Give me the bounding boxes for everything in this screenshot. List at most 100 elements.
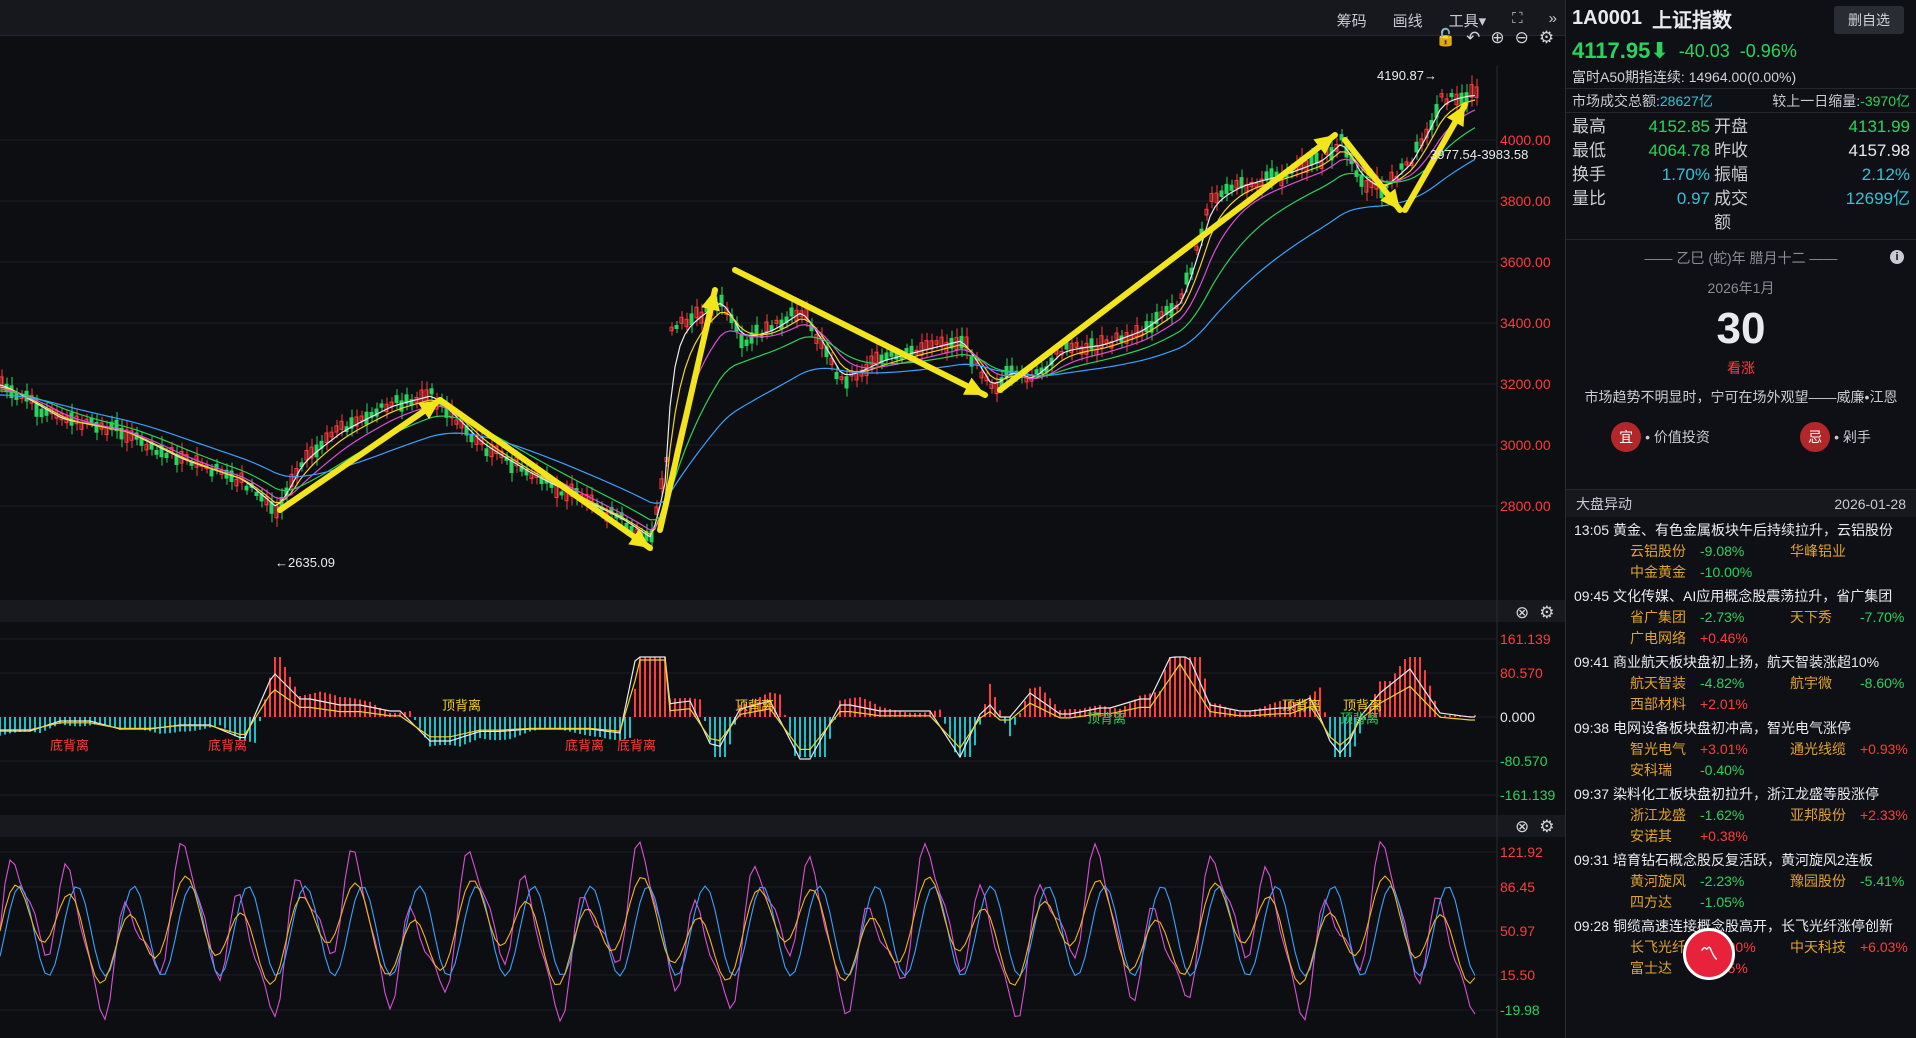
stock-link[interactable] [1790,760,1860,781]
candle-body [1219,190,1224,197]
news-item[interactable]: 09:45 文化传媒、AI应用概念股震荡拉升，省广集团 省广集团 -2.73% 天下秀 -… [1566,583,1916,649]
bottom-divergence-label: 底背离 [208,738,247,753]
stock-change: -10.00% [1700,564,1753,580]
settings-icon[interactable]: ⚙ [1539,817,1554,837]
candle-body [1224,183,1229,195]
kdj-axis-label: 50.97 [1500,923,1535,939]
news-item[interactable]: 09:28铜缆高速连接概念股高开，长飞光纤涨停创新长飞光纤+10.00%中天科技… [1566,913,1916,979]
news-title: 09:41 商业航天板块盘初上扬，航天智装涨超10% [1574,652,1916,673]
news-headline: 培育钻石概念股反复活跃，黄河旋风2连板 [1613,852,1873,868]
stock-link[interactable] [1790,694,1860,715]
stock-change: -0.40% [1700,762,1745,778]
candle-body [834,371,839,380]
stock-link[interactable]: 广电网络 [1630,628,1700,649]
stock-change: +2.01% [1700,696,1748,712]
candle-body [1034,369,1039,375]
candle-body [674,325,679,330]
chart-background [0,36,1565,1038]
bottom-divergence-label: 底背离 [565,738,604,753]
floating-action-button[interactable]: 〽 [1683,928,1735,980]
news-item[interactable]: 09:31 培育钻石概念股反复活跃，黄河旋风2连板 黄河旋风 -2.23% 豫园股份 -5… [1566,847,1916,913]
news-title: 09:45 文化传媒、AI应用概念股震荡拉升，省广集团 [1574,586,1916,607]
yi-badge: 宜 [1611,422,1642,452]
zoom-in-icon[interactable]: ⊕ [1490,28,1504,48]
news-title: 09:38 电网设备板块盘初冲高，智光电气涨停 [1574,718,1916,739]
stock-link[interactable]: 西部材料 [1630,694,1700,715]
stock-link[interactable]: 省广集团 [1630,607,1700,628]
stock-link[interactable] [1790,892,1860,913]
news-item[interactable]: 13:05 黄金、有色金属板块午后持续拉升，云铝股份 云铝股份 -9.08% 华峰铝业中… [1566,517,1916,583]
stock-link[interactable]: 中天科技 [1790,937,1860,958]
stock-change: -5.41% [1860,873,1905,889]
settings-icon[interactable]: ⚙ [1539,603,1554,623]
news-stocks: 云铝股份 -9.08% 华峰铝业中金黄金 -10.00% [1574,541,1916,583]
open-value: 4131.99 [1848,117,1910,136]
stock-link[interactable]: 通光线缆 [1790,739,1860,760]
info-icon[interactable]: i [1890,250,1904,264]
candle-body [749,332,754,344]
stock-link[interactable]: 安诺其 [1630,826,1700,847]
lock-icon[interactable]: 🔓 [1435,28,1456,48]
stock-link[interactable] [1790,628,1860,649]
news-title: 09:31 培育钻石概念股反复活跃，黄河旋风2连板 [1574,850,1916,871]
stock-link[interactable]: 安科瑞 [1630,760,1700,781]
close-icon[interactable]: ⊗ [1515,603,1529,623]
yi-item: 宜 • 价值投资 [1611,422,1710,452]
stock-change: -2.73% [1700,609,1745,625]
kdj-panel-icons: ⊗ ⚙ [1515,817,1555,837]
draw-line-button[interactable]: 画线 [1393,10,1423,31]
news-item[interactable]: 09:41 商业航天板块盘初上扬，航天智装涨超10% 航天智装 -4.82% 航宇微 -8… [1566,649,1916,715]
stock-link[interactable]: 天下秀 [1790,607,1860,628]
stock-link[interactable]: 华峰铝业 [1790,541,1860,562]
stock-link[interactable]: 智光电气 [1630,739,1700,760]
candle-body [1399,163,1404,170]
news-time: 09:31 [1574,852,1610,868]
kdj-panel-header [0,815,1565,837]
settings-icon[interactable]: ⚙ [1539,28,1554,48]
candle-body [34,403,39,417]
macd-axis-label: -80.570 [1500,753,1548,769]
stock-link[interactable]: 亚邦股份 [1790,805,1860,826]
price-axis-label: 3200.00 [1500,376,1551,392]
candle-body [1449,92,1454,98]
stock-link[interactable] [1790,562,1860,583]
candle-body [689,313,694,326]
stock-link[interactable]: 航天智装 [1630,673,1700,694]
candle-body [1089,338,1094,350]
down-arrow-icon: ⬇ [1650,38,1669,63]
news-item[interactable]: 09:37 染料化工板块盘初拉升，浙江龙盛等股涨停 浙江龙盛 -1.62% 亚邦股份 +2… [1566,781,1916,847]
divergence-label: 顶背离 [1340,711,1379,726]
zoom-out-icon[interactable]: ⊖ [1515,28,1529,48]
news-stocks: 航天智装 -4.82% 航宇微 -8.60% 西部材料 +2.01% [1574,673,1916,715]
stock-link[interactable]: 四方达 [1630,892,1700,913]
stock-change: +0.46% [1700,630,1748,646]
kline-chart-svg[interactable]: 4000.00 3800.00 3600.00 3400.00 3200.00 3000.… [0,36,1565,1038]
kdj-axis-label: 86.45 [1500,879,1535,895]
candle-body [1229,184,1234,191]
stock-link[interactable]: 航宇微 [1790,673,1860,694]
bottom-divergence-label: 底背离 [50,738,89,753]
stock-change: +2.33% [1860,807,1908,823]
stock-link[interactable]: 浙江龙盛 [1630,805,1700,826]
news-stocks: 智光电气 +3.01% 通光线缆 +0.93% 安科瑞 -0.40% [1574,739,1916,781]
stock-link[interactable] [1790,826,1860,847]
close-icon[interactable]: ⊗ [1515,817,1529,837]
stock-change: -9.08% [1700,543,1745,559]
macd-axis-label: 161.139 [1500,631,1551,647]
news-time: 13:05 [1574,522,1610,538]
news-stocks: 浙江龙盛 -1.62% 亚邦股份 +2.33% 安诺其 +0.38% [1574,805,1916,847]
news-item[interactable]: 09:38 电网设备板块盘初冲高，智光电气涨停 智光电气 +3.01% 通光线缆 +0.9… [1566,715,1916,781]
stock-change [1860,760,1916,781]
stock-link[interactable]: 豫园股份 [1790,871,1860,892]
candle-body [739,334,744,349]
chips-button[interactable]: 筹码 [1337,10,1367,31]
candle-body [1144,321,1149,333]
stock-link[interactable]: 云铝股份 [1630,541,1700,562]
news-headline: 文化传媒、AI应用概念股震荡拉升，省广集团 [1613,588,1893,604]
stock-link[interactable] [1790,958,1860,979]
undo-icon[interactable]: ↶ [1466,28,1480,48]
stock-link[interactable]: 黄河旋风 [1630,871,1700,892]
remove-watchlist-button[interactable]: 删自选 [1834,6,1904,34]
stock-change: -1.62% [1700,807,1745,823]
stock-link[interactable]: 中金黄金 [1630,562,1700,583]
